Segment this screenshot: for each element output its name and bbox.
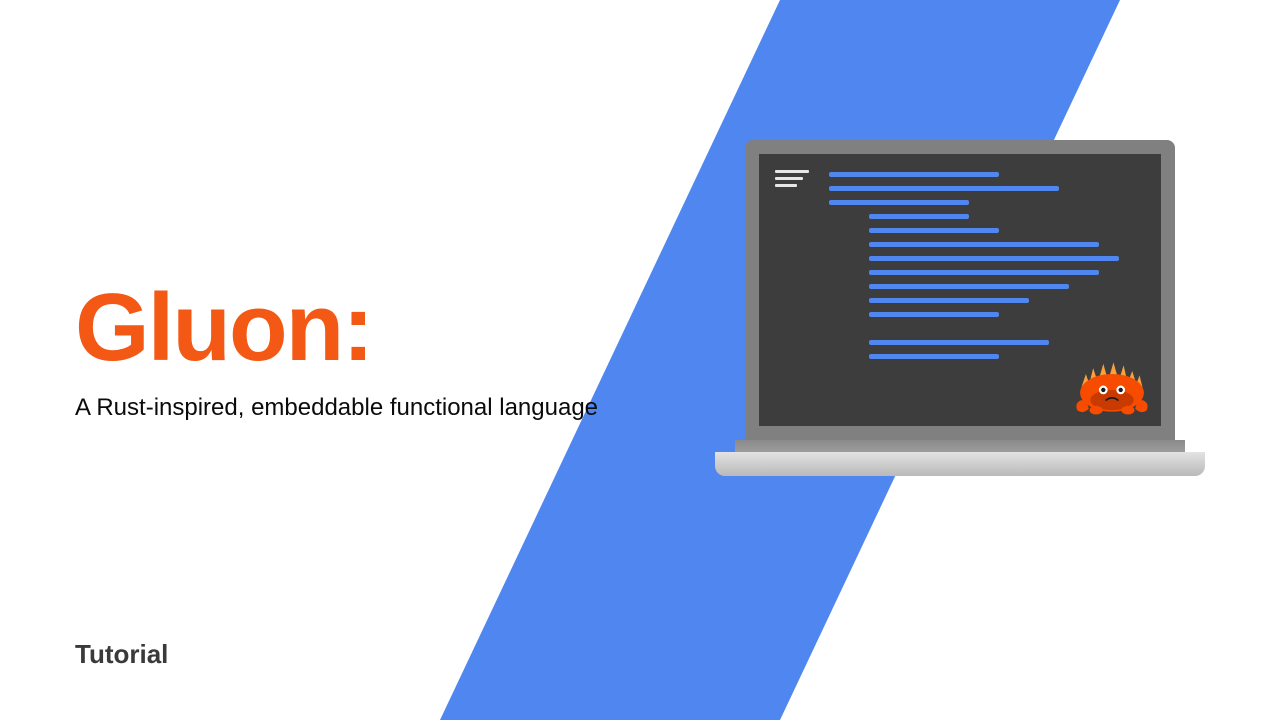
laptop-base bbox=[715, 452, 1205, 476]
code-line bbox=[869, 298, 1029, 303]
code-lines bbox=[829, 172, 1141, 368]
code-line bbox=[829, 200, 969, 205]
code-line bbox=[869, 214, 969, 219]
code-line bbox=[869, 256, 1119, 261]
laptop-hinge bbox=[735, 440, 1185, 452]
code-line bbox=[869, 312, 999, 317]
code-line bbox=[829, 186, 1059, 191]
laptop-illustration bbox=[735, 140, 1185, 476]
code-line bbox=[869, 242, 1099, 247]
code-line bbox=[869, 270, 1099, 275]
code-line bbox=[869, 284, 1069, 289]
code-line bbox=[869, 228, 999, 233]
headline-block: Gluon: A Rust-inspired, embeddable funct… bbox=[75, 280, 598, 422]
footer-label: Tutorial bbox=[75, 639, 168, 670]
hamburger-icon bbox=[775, 170, 809, 191]
laptop-screen bbox=[759, 154, 1161, 426]
page-subtitle: A Rust-inspired, embeddable functional l… bbox=[75, 394, 598, 422]
code-line bbox=[829, 172, 999, 177]
code-line bbox=[869, 340, 1049, 345]
code-line bbox=[869, 354, 999, 359]
page-title: Gluon: bbox=[75, 280, 598, 376]
ferris-crab-icon bbox=[1073, 358, 1151, 416]
laptop-bezel bbox=[745, 140, 1175, 440]
